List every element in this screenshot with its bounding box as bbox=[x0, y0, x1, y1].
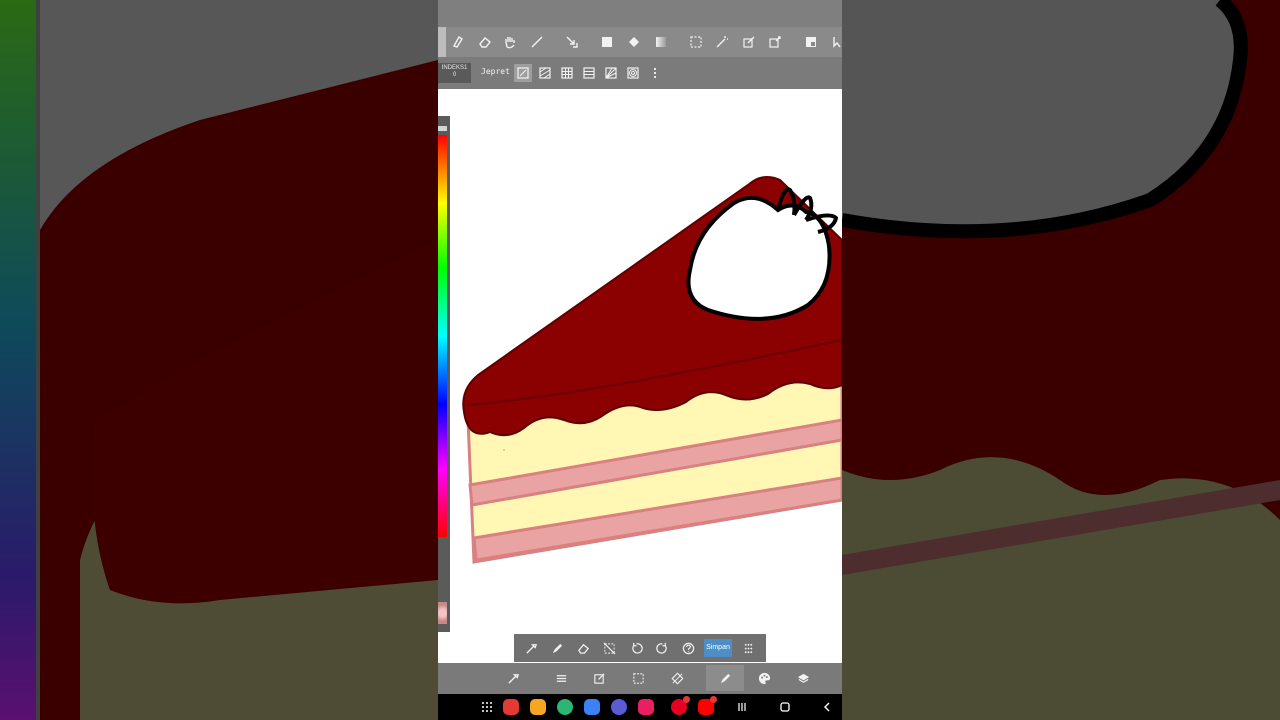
apps-grid-icon[interactable] bbox=[480, 700, 494, 714]
snap-parallel-icon[interactable] bbox=[536, 64, 554, 82]
gradient-icon[interactable] bbox=[651, 32, 671, 52]
messages-app[interactable] bbox=[584, 699, 600, 715]
samsung-internet-app[interactable] bbox=[611, 699, 627, 715]
clear-icon[interactable] bbox=[601, 640, 617, 656]
snap-off-icon[interactable] bbox=[514, 64, 532, 82]
brush-icon[interactable] bbox=[448, 32, 468, 52]
redo-icon[interactable] bbox=[654, 640, 670, 656]
files-app[interactable] bbox=[530, 699, 546, 715]
chrome-app[interactable] bbox=[557, 699, 573, 715]
hue-slider[interactable] bbox=[438, 135, 447, 537]
pinterest-app[interactable] bbox=[671, 696, 690, 715]
color-panel-handle[interactable] bbox=[438, 126, 447, 131]
eyedropper-icon[interactable] bbox=[505, 670, 521, 686]
recent-apps-icon[interactable] bbox=[735, 700, 749, 714]
rotate-icon[interactable] bbox=[669, 670, 685, 686]
select-icon[interactable] bbox=[630, 670, 646, 686]
cake-illustration bbox=[462, 175, 842, 564]
layer-index-value: 0 bbox=[452, 72, 457, 78]
home-icon[interactable] bbox=[778, 700, 792, 714]
layer-index-box[interactable]: INDEKS1 0 bbox=[438, 63, 471, 83]
line-icon[interactable] bbox=[527, 32, 547, 52]
current-color-swatch[interactable] bbox=[438, 602, 447, 624]
phone-screen bbox=[438, 0, 842, 720]
layers-icon[interactable] bbox=[795, 670, 811, 686]
menu-icon[interactable] bbox=[553, 670, 569, 686]
select-rect-icon[interactable] bbox=[686, 32, 706, 52]
select-pen-icon[interactable] bbox=[739, 32, 759, 52]
snap-perspective-icon[interactable] bbox=[602, 64, 620, 82]
bucket-fill-icon[interactable] bbox=[624, 32, 644, 52]
status-bar bbox=[438, 0, 842, 27]
fill-rectangle-icon[interactable] bbox=[597, 32, 617, 52]
save-button[interactable]: Simpan bbox=[704, 639, 732, 657]
select-arrow-icon[interactable] bbox=[828, 32, 848, 52]
snap-label: Jepret bbox=[481, 67, 510, 76]
flipboard-app[interactable] bbox=[503, 699, 519, 715]
edit-icon[interactable] bbox=[591, 670, 607, 686]
select-eraser-icon[interactable] bbox=[765, 32, 785, 52]
snap-concentric-icon[interactable] bbox=[624, 64, 642, 82]
back-icon[interactable] bbox=[820, 700, 834, 714]
layout-icon[interactable] bbox=[801, 32, 821, 52]
layer-index-label: INDEKS1 bbox=[441, 65, 468, 71]
snap-horizontal-icon[interactable] bbox=[580, 64, 598, 82]
help-icon[interactable] bbox=[680, 640, 696, 656]
pen-icon[interactable] bbox=[717, 670, 733, 686]
youtube-app[interactable] bbox=[698, 696, 717, 715]
eyedropper-icon[interactable] bbox=[523, 640, 539, 656]
undo-icon[interactable] bbox=[628, 640, 644, 656]
snap-grid-icon[interactable] bbox=[558, 64, 576, 82]
notification-badge bbox=[710, 696, 717, 703]
hand-pan-icon[interactable] bbox=[500, 32, 520, 52]
drawing-canvas[interactable] bbox=[438, 89, 842, 663]
grid-handle-icon[interactable] bbox=[740, 640, 756, 656]
palette-icon[interactable] bbox=[756, 670, 772, 686]
pen-icon[interactable] bbox=[549, 640, 565, 656]
side-panel-tab[interactable] bbox=[438, 27, 446, 57]
more-icon[interactable] bbox=[646, 64, 664, 82]
transform-icon[interactable] bbox=[562, 32, 582, 52]
eraser-icon[interactable] bbox=[475, 32, 495, 52]
eraser-icon[interactable] bbox=[575, 640, 591, 656]
camera-app[interactable] bbox=[638, 699, 654, 715]
notification-badge bbox=[683, 696, 690, 703]
magic-wand-icon[interactable] bbox=[712, 32, 732, 52]
